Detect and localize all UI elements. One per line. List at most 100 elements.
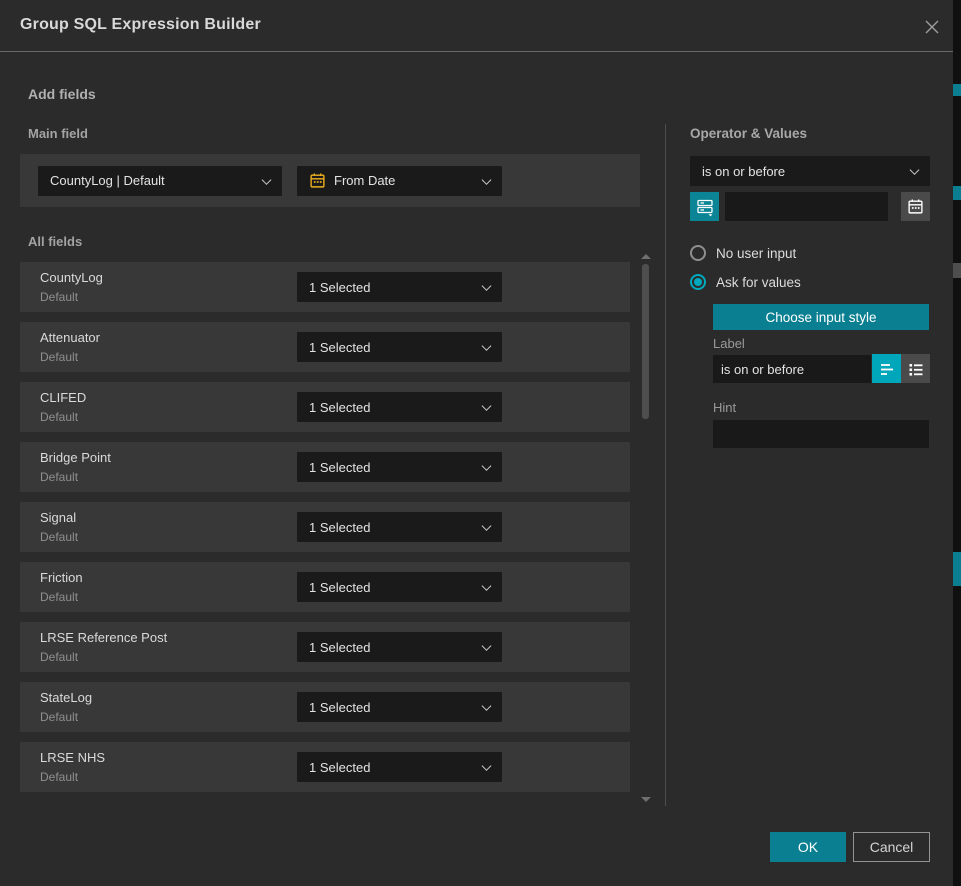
operator-values-heading: Operator & Values <box>690 126 807 141</box>
scroll-up-icon[interactable] <box>641 254 651 259</box>
chevron-down-icon <box>482 521 492 531</box>
unique-values-picker-button[interactable] <box>690 192 719 221</box>
selected-count: 1 Selected <box>309 640 370 655</box>
field-name: StateLog <box>40 690 92 705</box>
selected-count: 1 Selected <box>309 340 370 355</box>
dialog-title: Group SQL Expression Builder <box>20 16 261 34</box>
field-subtitle: Default <box>40 350 78 364</box>
unique-values-picker-icon <box>695 197 715 217</box>
scroll-down-icon[interactable] <box>641 797 651 802</box>
selected-count: 1 Selected <box>309 400 370 415</box>
radio-no-user-input[interactable]: No user input <box>690 245 796 261</box>
main-field-select[interactable]: From Date <box>297 166 502 196</box>
chevron-down-icon <box>482 701 492 711</box>
field-row-attenuator: Attenuator Default 1 Selected <box>20 322 630 372</box>
field-values-select[interactable]: 1 Selected <box>297 512 502 542</box>
chevron-down-icon <box>482 641 492 651</box>
hint-field-label: Hint <box>713 400 736 415</box>
field-subtitle: Default <box>40 590 78 604</box>
background-app-edge <box>953 0 961 886</box>
field-name: Friction <box>40 570 83 585</box>
radio-checked-icon <box>690 274 706 290</box>
chevron-down-icon <box>482 281 492 291</box>
radio-unchecked-icon <box>690 245 706 261</box>
field-subtitle: Default <box>40 290 78 304</box>
field-values-select[interactable]: 1 Selected <box>297 572 502 602</box>
list-style-icon <box>907 360 925 378</box>
hint-input[interactable] <box>713 420 929 448</box>
chevron-down-icon <box>262 175 272 185</box>
field-values-select[interactable]: 1 Selected <box>297 272 502 302</box>
add-fields-heading: Add fields <box>28 86 96 102</box>
edge-fragment <box>953 186 961 200</box>
field-name: LRSE Reference Post <box>40 630 167 645</box>
calendar-icon <box>309 172 326 189</box>
calendar-picker-button[interactable] <box>901 192 930 221</box>
edge-fragment <box>953 552 961 586</box>
radio-ask-for-values-label: Ask for values <box>716 275 801 290</box>
field-row-lrse-reference-post: LRSE Reference Post Default 1 Selected <box>20 622 630 672</box>
close-button[interactable] <box>919 14 945 40</box>
selected-count: 1 Selected <box>309 460 370 475</box>
label-input[interactable] <box>713 355 871 383</box>
choose-input-style-button[interactable]: Choose input style <box>713 304 929 330</box>
field-name: Bridge Point <box>40 450 111 465</box>
edge-fragment <box>953 84 961 96</box>
field-subtitle: Default <box>40 650 78 664</box>
chevron-down-icon <box>482 581 492 591</box>
field-values-select[interactable]: 1 Selected <box>297 692 502 722</box>
field-name: LRSE NHS <box>40 750 105 765</box>
field-name: Attenuator <box>40 330 100 345</box>
field-subtitle: Default <box>40 410 78 424</box>
selected-count: 1 Selected <box>309 580 370 595</box>
selected-count: 1 Selected <box>309 280 370 295</box>
selected-count: 1 Selected <box>309 760 370 775</box>
field-subtitle: Default <box>40 530 78 544</box>
dialog-header: Group SQL Expression Builder <box>0 0 953 52</box>
radio-no-user-input-label: No user input <box>716 246 796 261</box>
chevron-down-icon <box>910 165 920 175</box>
field-row-statelog: StateLog Default 1 Selected <box>20 682 630 732</box>
chevron-down-icon <box>482 761 492 771</box>
main-field-box: CountyLog | Default From Date <box>20 154 640 207</box>
main-field-label: Main field <box>28 126 88 141</box>
value-date-input[interactable] <box>725 192 888 221</box>
field-row-lrse-nhs: LRSE NHS Default 1 Selected <box>20 742 630 792</box>
field-values-select[interactable]: 1 Selected <box>297 332 502 362</box>
field-subtitle: Default <box>40 710 78 724</box>
selected-count: 1 Selected <box>309 520 370 535</box>
panel-divider <box>665 124 666 806</box>
single-line-style-icon <box>878 360 896 378</box>
ok-button[interactable]: OK <box>770 832 846 862</box>
field-subtitle: Default <box>40 470 78 484</box>
chevron-down-icon <box>482 401 492 411</box>
selected-count: 1 Selected <box>309 700 370 715</box>
chevron-down-icon <box>482 175 492 185</box>
field-values-select[interactable]: 1 Selected <box>297 632 502 662</box>
edge-fragment <box>953 263 961 278</box>
radio-ask-for-values[interactable]: Ask for values <box>690 274 801 290</box>
layer-select[interactable]: CountyLog | Default <box>38 166 282 196</box>
x-icon <box>923 18 941 36</box>
main-field-select-value: From Date <box>334 173 395 188</box>
value-row <box>690 192 930 221</box>
chevron-down-icon <box>482 341 492 351</box>
all-fields-list: CountyLog Default 1 Selected Attenuator … <box>20 262 630 798</box>
field-values-select[interactable]: 1 Selected <box>297 392 502 422</box>
single-line-style-button[interactable] <box>872 354 901 383</box>
field-name: CLIFED <box>40 390 86 405</box>
field-row-clifed: CLIFED Default 1 Selected <box>20 382 630 432</box>
layer-select-value: CountyLog | Default <box>50 173 165 188</box>
list-scrollbar[interactable] <box>640 252 652 804</box>
operator-select[interactable]: is on or before <box>690 156 930 186</box>
field-row-bridge-point: Bridge Point Default 1 Selected <box>20 442 630 492</box>
field-name: CountyLog <box>40 270 103 285</box>
scrollbar-thumb[interactable] <box>642 264 649 419</box>
list-style-button[interactable] <box>901 354 930 383</box>
field-row-countylog: CountyLog Default 1 Selected <box>20 262 630 312</box>
field-values-select[interactable]: 1 Selected <box>297 752 502 782</box>
cancel-button[interactable]: Cancel <box>853 832 930 862</box>
label-field-label: Label <box>713 336 745 351</box>
field-subtitle: Default <box>40 770 78 784</box>
field-values-select[interactable]: 1 Selected <box>297 452 502 482</box>
